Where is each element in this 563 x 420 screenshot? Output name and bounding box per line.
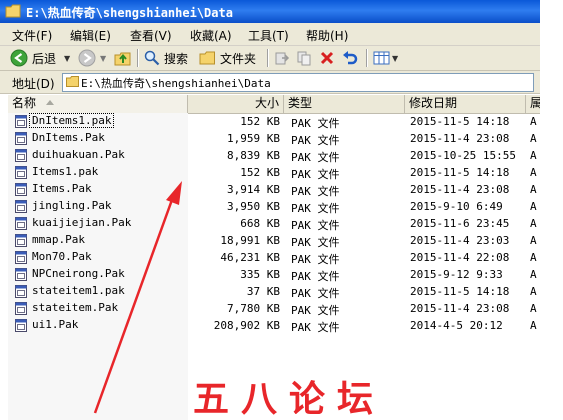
explorer-window: E:\热血传奇\shengshianhei\Data 文件(F) 编辑(E) 查…: [0, 0, 540, 420]
forum-watermark: 五八论坛: [193, 378, 386, 420]
page-margin: [540, 0, 563, 420]
annotation-arrow: [93, 181, 182, 414]
